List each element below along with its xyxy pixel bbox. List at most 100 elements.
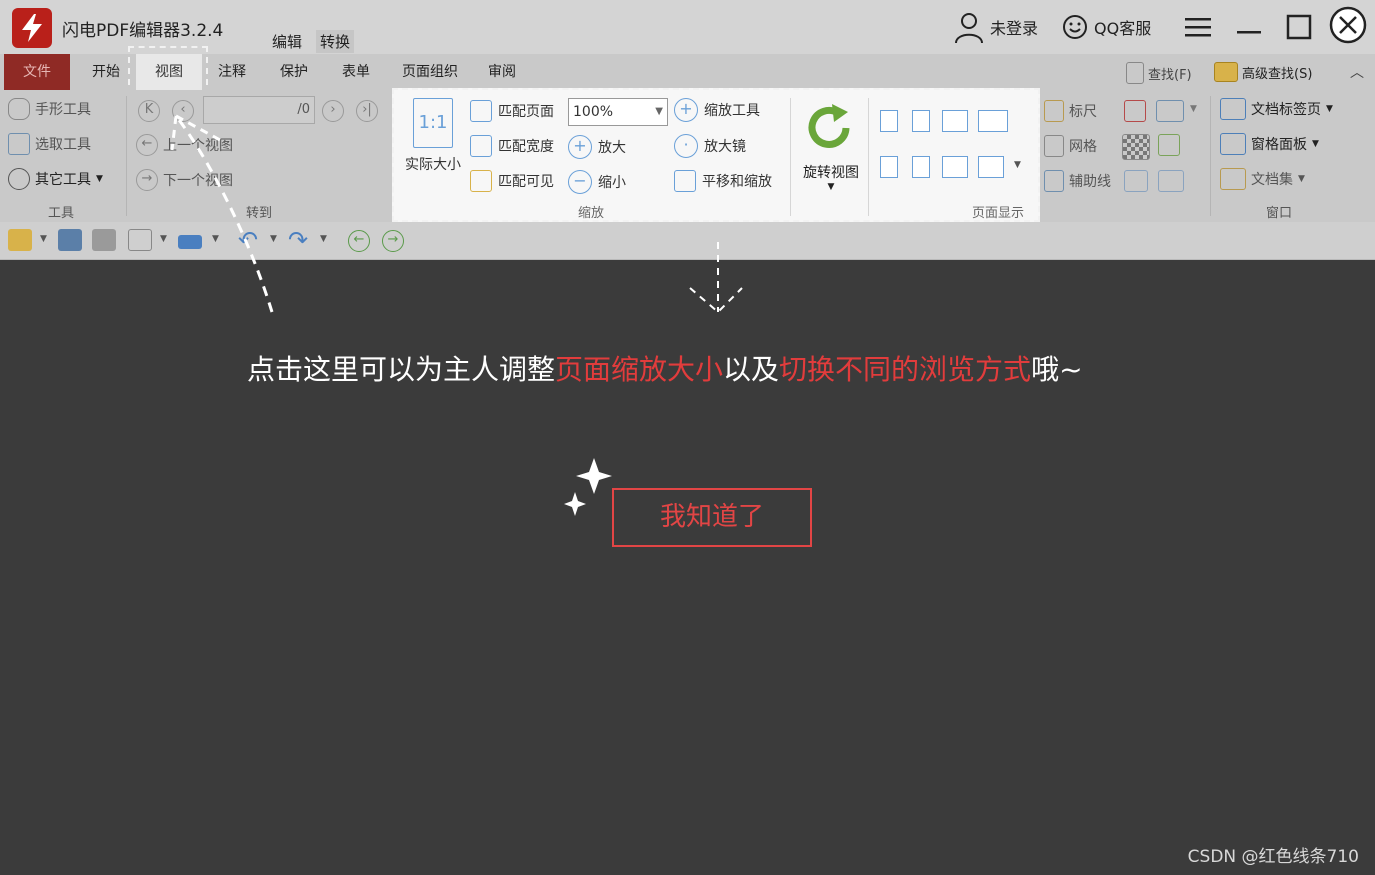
doc-tabs-button[interactable]: 文档标签页 ▼ bbox=[1220, 98, 1333, 120]
actual-size-button[interactable]: 1:1 实际大小 bbox=[402, 98, 464, 174]
tab-annotate[interactable]: 注释 bbox=[206, 54, 258, 90]
tab-protect[interactable]: 保护 bbox=[268, 54, 320, 90]
minimize-button[interactable] bbox=[1236, 9, 1262, 45]
panel-icon bbox=[1220, 133, 1246, 155]
doc-set-button[interactable]: 文档集 ▼ bbox=[1220, 168, 1305, 190]
hand-tool-button[interactable]: 手形工具 bbox=[8, 98, 91, 120]
login-button[interactable]: 未登录 bbox=[952, 9, 1038, 45]
menu-button[interactable] bbox=[1184, 9, 1212, 45]
close-button[interactable] bbox=[1328, 6, 1368, 44]
tab-start[interactable]: 开始 bbox=[80, 54, 132, 90]
scanner-dropdown-icon[interactable]: ▼ bbox=[212, 234, 219, 244]
watermark: CSDN @红色线条710 bbox=[1187, 847, 1359, 867]
single-page-icon[interactable] bbox=[880, 110, 898, 132]
collapse-ribbon-button[interactable]: ︿ bbox=[1350, 62, 1364, 82]
next-view-button[interactable]: → 下一个视图 bbox=[136, 169, 233, 191]
guides-button[interactable]: 辅助线 bbox=[1044, 170, 1111, 192]
magnifier-button[interactable]: · 放大镜 bbox=[674, 134, 746, 158]
ruler-button[interactable]: 标尺 bbox=[1044, 100, 1097, 122]
fit-width-button[interactable]: 匹配宽度 bbox=[470, 135, 554, 157]
group-divider bbox=[868, 98, 869, 216]
redo-dropdown-icon[interactable]: ▼ bbox=[320, 234, 327, 244]
tab-page-organize[interactable]: 页面组织 bbox=[392, 54, 468, 90]
hint-highlight-1: 页面缩放大小 bbox=[555, 353, 724, 386]
continuous-page-icon[interactable] bbox=[912, 110, 930, 132]
measure-icon[interactable] bbox=[1124, 100, 1146, 122]
page-split-icon[interactable] bbox=[1158, 170, 1184, 192]
tab-edit[interactable]: 编辑 bbox=[268, 30, 306, 53]
doc-tabs-label: 文档标签页 bbox=[1251, 102, 1321, 118]
forward-arrow-icon: → bbox=[136, 169, 158, 191]
redo-icon[interactable]: ↷ bbox=[288, 226, 308, 254]
rotate-view-button[interactable]: 旋转视图 ▼ bbox=[798, 102, 864, 192]
fit-page-button[interactable]: 匹配页面 bbox=[470, 100, 554, 122]
tab-file[interactable]: 文件 bbox=[4, 54, 70, 90]
fit-visible-button[interactable]: 匹配可见 bbox=[470, 170, 554, 192]
layout-dropdown-icon[interactable]: ▼ bbox=[1190, 104, 1197, 114]
multi-page-icon[interactable] bbox=[978, 156, 1004, 178]
zoom-in-button[interactable]: + 放大 bbox=[568, 135, 626, 159]
transparency-grid-icon[interactable] bbox=[1122, 134, 1150, 160]
page-number-input[interactable]: /0 bbox=[203, 96, 315, 124]
two-page-icon[interactable] bbox=[942, 156, 968, 178]
scanner-icon[interactable] bbox=[178, 235, 202, 249]
undo-icon[interactable]: ↶ bbox=[238, 226, 258, 254]
save-icon[interactable] bbox=[58, 229, 82, 251]
chevron-up-icon: ︿ bbox=[1350, 65, 1364, 81]
zoom-in-label: 放大 bbox=[598, 140, 626, 156]
zoom-tool-button[interactable]: + 缩放工具 bbox=[674, 98, 760, 122]
pen-icon[interactable] bbox=[1158, 134, 1180, 156]
first-page-icon[interactable]: K bbox=[138, 100, 160, 122]
back-arrow-icon: ← bbox=[136, 134, 158, 156]
app-logo-icon bbox=[12, 8, 52, 48]
continuous-facing-icon[interactable] bbox=[978, 110, 1008, 132]
page-display-dropdown-icon[interactable]: ▼ bbox=[1014, 160, 1021, 170]
layout-icon[interactable] bbox=[1156, 100, 1184, 122]
xy-coordinate-icon[interactable] bbox=[1124, 170, 1148, 192]
zoom-tool-label: 缩放工具 bbox=[704, 103, 760, 119]
prev-view-label: 上一个视图 bbox=[163, 138, 233, 154]
zoom-in-icon: + bbox=[568, 135, 592, 159]
tab-convert[interactable]: 转换 bbox=[316, 30, 355, 53]
ruler-label: 标尺 bbox=[1069, 104, 1097, 120]
other-tools-button[interactable]: 其它工具 ▼ bbox=[8, 168, 103, 190]
pan-zoom-button[interactable]: 平移和缩放 bbox=[674, 170, 772, 192]
tab-form[interactable]: 表单 bbox=[330, 54, 382, 90]
window-group-label: 窗口 bbox=[1266, 206, 1293, 221]
facing-page-icon[interactable] bbox=[942, 110, 968, 132]
grid-button[interactable]: 网格 bbox=[1044, 135, 1097, 157]
got-it-button[interactable]: 我知道了 bbox=[612, 488, 812, 547]
maximize-button[interactable] bbox=[1286, 9, 1312, 45]
cover-page-icon[interactable] bbox=[912, 156, 930, 178]
split-horizontal-icon[interactable] bbox=[880, 156, 898, 178]
email-dropdown-icon[interactable]: ▼ bbox=[160, 234, 167, 244]
prev-view-button[interactable]: ← 上一个视图 bbox=[136, 134, 233, 156]
qq-support-button[interactable]: QQ客服 bbox=[1062, 9, 1151, 45]
email-icon[interactable] bbox=[128, 229, 152, 251]
undo-dropdown-icon[interactable]: ▼ bbox=[270, 234, 277, 244]
forward-view-icon[interactable]: → bbox=[382, 230, 404, 252]
rotate-icon bbox=[808, 104, 850, 148]
zoom-out-button[interactable]: − 缩小 bbox=[568, 170, 626, 194]
minimize-icon bbox=[1237, 31, 1261, 34]
zoom-level-select[interactable]: 100% ▼ bbox=[568, 98, 668, 126]
dropdown-arrow-icon: ▼ bbox=[96, 174, 103, 184]
tab-review[interactable]: 审阅 bbox=[476, 54, 528, 90]
prev-page-icon[interactable]: ‹ bbox=[172, 100, 194, 122]
print-icon[interactable] bbox=[92, 229, 116, 251]
select-tool-button[interactable]: 选取工具 bbox=[8, 133, 91, 155]
last-page-icon[interactable]: ›| bbox=[356, 100, 378, 122]
back-view-icon[interactable]: ← bbox=[348, 230, 370, 252]
open-folder-icon[interactable] bbox=[8, 229, 32, 251]
advanced-find-button[interactable]: 高级查找(S) bbox=[1214, 62, 1312, 82]
qq-support-label: QQ客服 bbox=[1094, 19, 1152, 38]
zoom-tool-icon: + bbox=[674, 98, 698, 122]
tabs-icon bbox=[1220, 98, 1246, 120]
tools-group-label: 工具 bbox=[48, 206, 75, 221]
pane-panel-button[interactable]: 窗格面板 ▼ bbox=[1220, 133, 1319, 155]
find-button[interactable]: 查找(F) bbox=[1126, 62, 1192, 84]
next-page-icon[interactable]: › bbox=[322, 100, 344, 122]
next-view-label: 下一个视图 bbox=[163, 173, 233, 189]
folder-search-icon bbox=[1214, 62, 1238, 82]
open-dropdown-icon[interactable]: ▼ bbox=[40, 234, 47, 244]
